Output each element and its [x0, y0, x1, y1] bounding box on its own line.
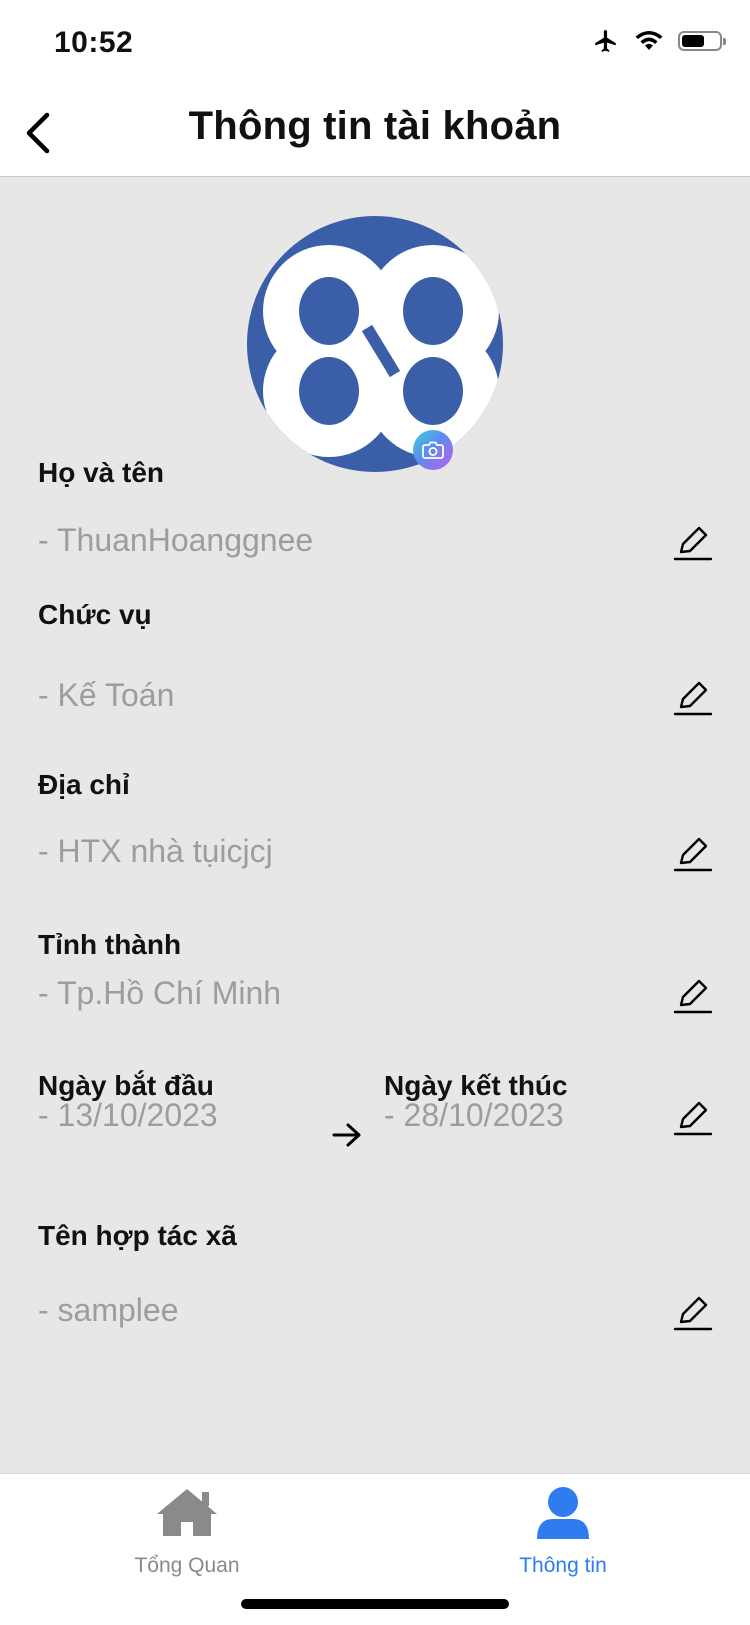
province-label: Tỉnh thành — [38, 929, 182, 960]
change-photo-button[interactable] — [413, 430, 453, 470]
tab-info[interactable]: Thông tin — [463, 1474, 663, 1604]
end-date-value: - 28/10/2023 — [384, 1097, 564, 1133]
address-label: Địa chỉ — [38, 769, 130, 800]
edit-cooperative-button[interactable] — [673, 1292, 713, 1332]
address-value: - HTX nhà tụicjcj — [38, 833, 273, 869]
account-info-content: Họ và tên - ThuanHoanggnee Chức vụ - Kế … — [0, 177, 750, 1473]
pencil-icon — [673, 1296, 713, 1331]
status-bar: 10:52 — [0, 0, 750, 90]
page-title: Thông tin tài khoản — [188, 104, 562, 148]
tab-overview[interactable]: Tổng Quan — [87, 1474, 287, 1604]
tab-overview-label: Tổng Quan — [134, 1554, 240, 1577]
battery-icon — [678, 31, 726, 51]
edit-name-button[interactable] — [673, 522, 713, 562]
status-time: 10:52 — [54, 26, 134, 59]
pencil-icon — [673, 681, 713, 716]
province-value: - Tp.Hồ Chí Minh — [38, 975, 282, 1011]
wifi-icon — [635, 31, 663, 50]
avatar[interactable] — [247, 216, 503, 472]
position-value: - Kế Toán — [38, 677, 175, 713]
status-icons — [592, 28, 726, 54]
edit-dates-button[interactable] — [673, 1097, 713, 1137]
avatar-container[interactable] — [247, 216, 503, 472]
edit-province-button[interactable] — [673, 975, 713, 1015]
pencil-icon — [673, 837, 713, 872]
airplane-mode-icon — [595, 30, 616, 52]
home-icon — [157, 1489, 217, 1536]
cooperative-value: - samplee — [38, 1292, 179, 1328]
cooperative-label: Tên hợp tác xã — [38, 1220, 237, 1251]
pencil-icon — [673, 979, 713, 1014]
pencil-icon — [673, 526, 713, 561]
pencil-icon — [673, 1101, 713, 1136]
position-label: Chức vụ — [38, 599, 152, 630]
name-value: - ThuanHoanggnee — [38, 522, 314, 558]
home-indicator — [241, 1599, 509, 1609]
start-date-value: - 13/10/2023 — [38, 1097, 218, 1133]
name-label: Họ và tên — [38, 457, 165, 488]
avatar-logo — [263, 245, 499, 457]
user-icon — [537, 1487, 589, 1539]
arrow-right-icon — [332, 1123, 361, 1147]
tab-info-label: Thông tin — [519, 1554, 607, 1577]
camera-icon — [422, 441, 444, 459]
nav-bar: Thông tin tài khoản — [0, 90, 750, 177]
edit-position-button[interactable] — [673, 677, 713, 717]
edit-address-button[interactable] — [673, 833, 713, 873]
tab-bar: Tổng Quan Thông tin — [0, 1473, 750, 1625]
